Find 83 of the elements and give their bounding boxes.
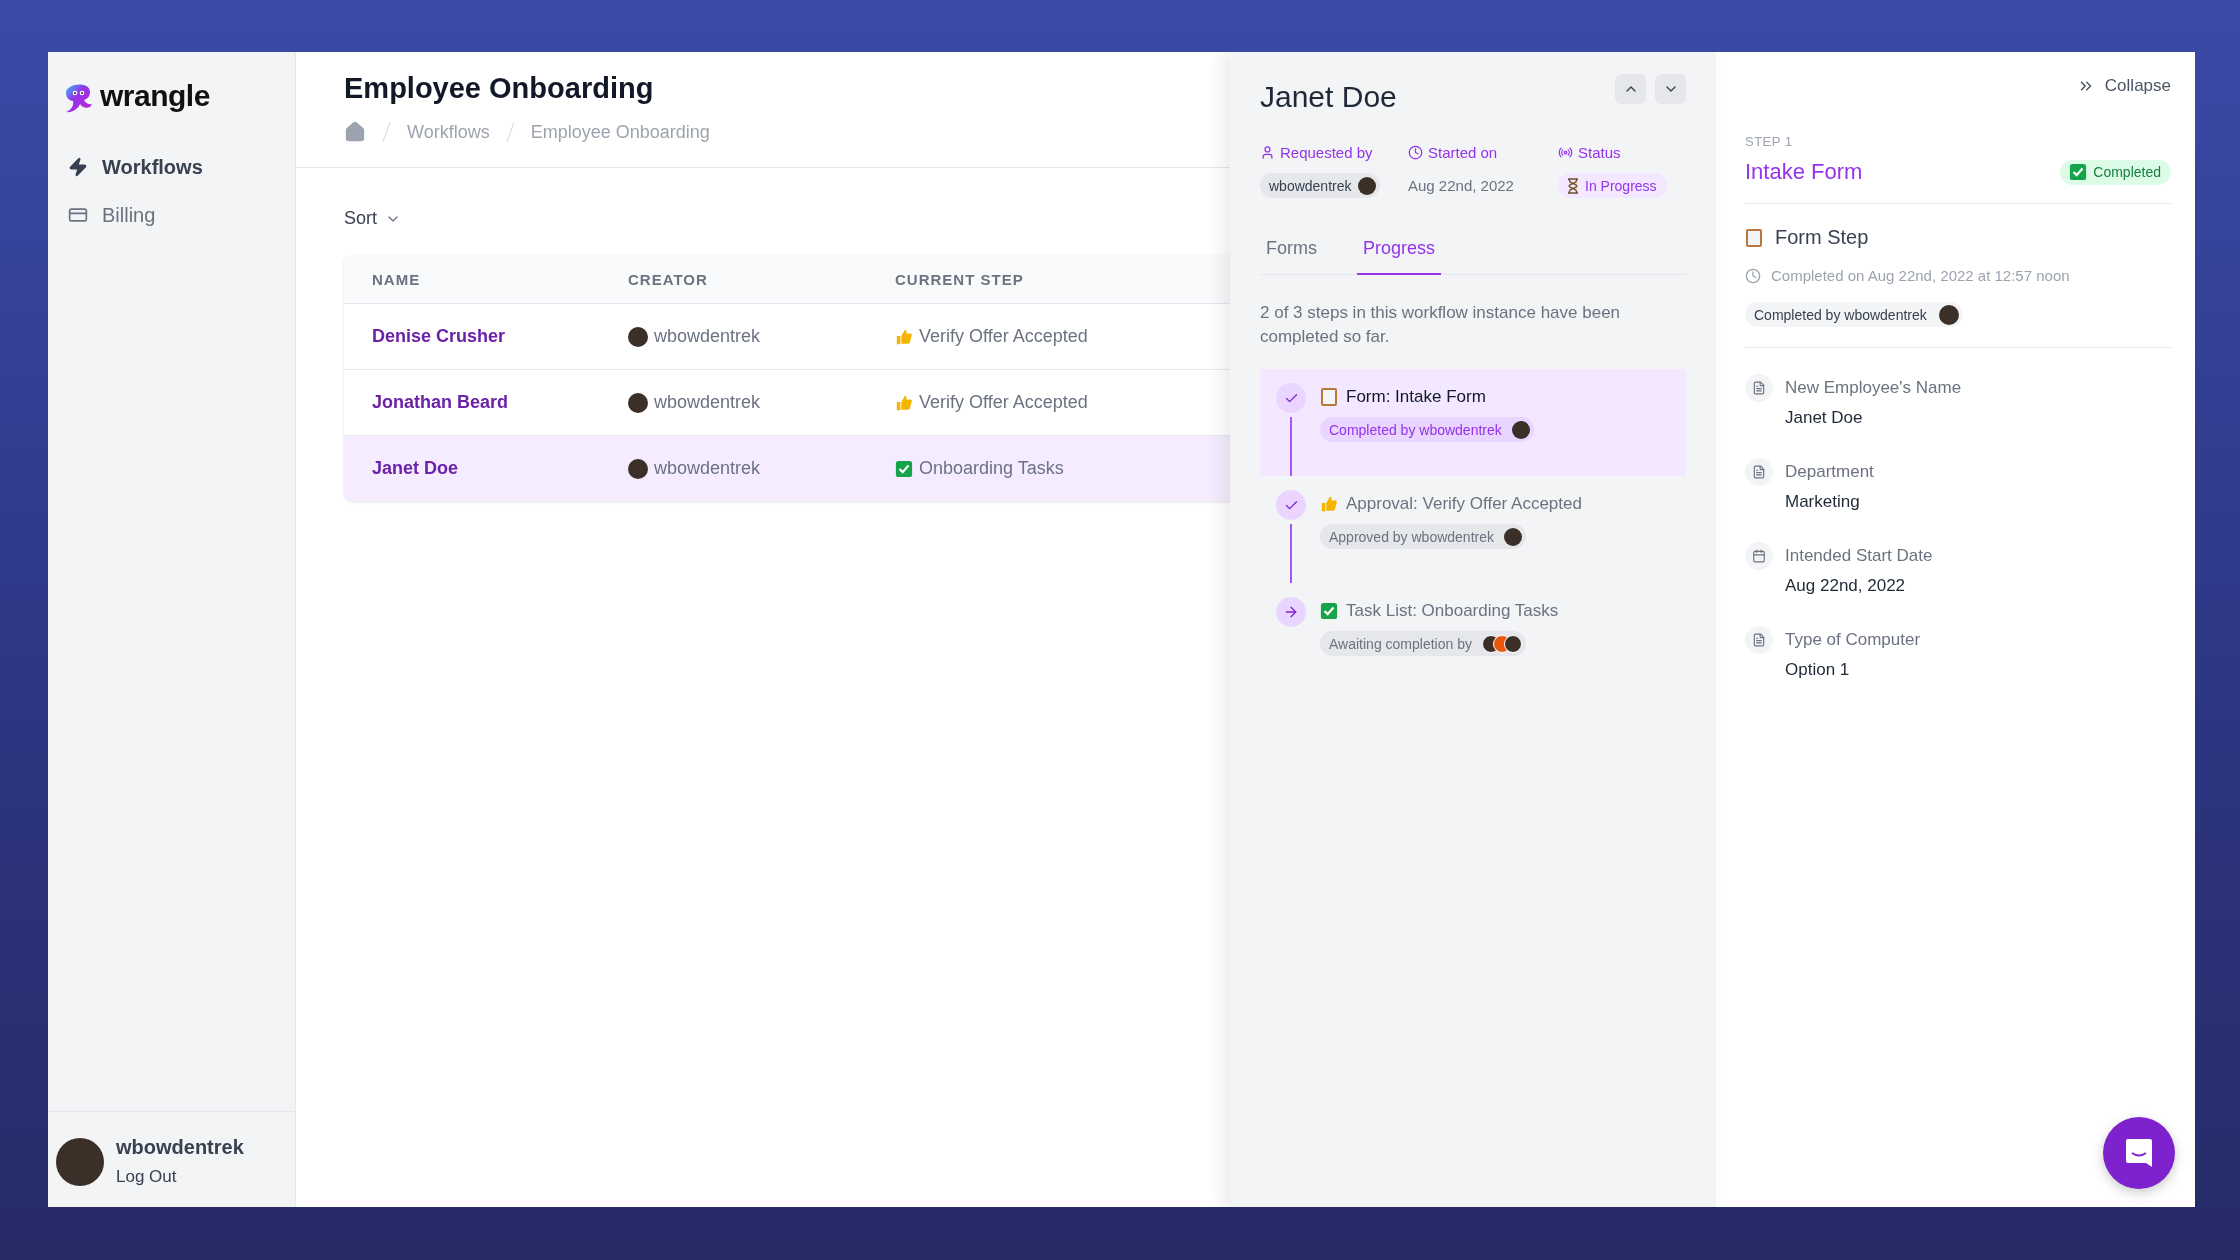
column-header: CURRENT STEP (895, 270, 1025, 288)
step-title: Approval: Verify Offer Accepted (1346, 494, 1582, 514)
chat-bubble-icon (2124, 1137, 2154, 1169)
previous-button[interactable] (1615, 74, 1646, 104)
nav-item[interactable]: Billing (68, 196, 275, 234)
step-cell: Verify Offer Accepted (919, 392, 1088, 413)
bolt-icon (68, 157, 88, 177)
field-value: Janet Doe (1785, 408, 1864, 428)
field-label: Intended Start Date (1785, 545, 1933, 566)
completed-time: Completed on Aug 22nd, 2022 at 12:57 noon (1771, 267, 2070, 284)
table-row[interactable]: Janet Doe wbowdentrek Onboarding Tasks (344, 435, 1230, 501)
broadcast-icon (1558, 145, 1573, 160)
avatar (1504, 527, 1522, 546)
sort-button[interactable]: Sort (344, 208, 401, 229)
thumbs-up-icon (895, 327, 913, 346)
collapse-button[interactable]: Collapse (2076, 76, 2171, 96)
step-cell: Verify Offer Accepted (919, 326, 1088, 347)
field-label: Department (1785, 461, 1874, 482)
field-value: Option 1 (1785, 660, 1851, 680)
thumbs-up-icon (895, 393, 913, 412)
step-type: Form Step (1775, 226, 1869, 249)
step-name: Intake Form (1745, 159, 1863, 185)
column-header: CREATOR (628, 270, 709, 288)
table-row[interactable]: Jonathan Beard wbowdentrek Verify Offer Accepted (344, 369, 1230, 435)
completed-badge: Completed (2060, 159, 2171, 185)
creator-cell: wbowdentrek (654, 326, 761, 347)
detail-title: Janet Doe (1260, 79, 1397, 114)
document-icon (1752, 633, 1766, 647)
progress-summary: 2 of 3 steps in this workflow instance have been completed so far. (1260, 302, 1622, 348)
step-cell: Onboarding Tasks (919, 458, 1064, 479)
step-item[interactable]: Approval: Verify Offer Accepted Approved by wbowdentrek (1260, 476, 1686, 583)
checkbox-icon (1320, 602, 1338, 620)
field-value: Marketing (1785, 492, 1861, 512)
start-date: Aug 22nd, 2022 (1408, 176, 1515, 196)
avatar (628, 458, 648, 479)
step-status-badge: Awaiting completion by (1320, 631, 1526, 656)
home-icon[interactable] (344, 121, 366, 143)
credit-card-icon (68, 205, 88, 225)
calendar-icon (1752, 549, 1766, 563)
step-status-badge: Completed by wbowdentrek (1320, 417, 1534, 442)
thumbs-up-icon (1320, 495, 1338, 513)
column-header: NAME (372, 270, 422, 288)
tab[interactable]: Progress (1357, 238, 1442, 275)
document-icon (1752, 465, 1766, 479)
name-cell-text: Jonathan Beard (372, 392, 510, 413)
brand-name: wrangle (100, 79, 210, 113)
table-row[interactable]: Denise Crusher wbowdentrek Verify Offer Accepted (344, 303, 1230, 369)
creator-cell: wbowdentrek (654, 392, 761, 413)
person-icon (1260, 145, 1275, 160)
avatar (628, 392, 648, 413)
field-value: Aug 22nd, 2022 (1785, 576, 1907, 596)
avatar (1511, 420, 1530, 439)
clock-icon (1745, 267, 1761, 284)
avatar (628, 326, 648, 347)
page-title: Employee Onboarding (344, 72, 655, 105)
creator-cell: wbowdentrek (654, 458, 761, 479)
status-badge: In Progress (1558, 173, 1667, 198)
document-icon (1752, 381, 1766, 395)
step-item[interactable]: Form: Intake Form Completed by wbowdentrek (1260, 369, 1686, 476)
step-title: Task List: Onboarding Tasks (1346, 601, 1559, 621)
clock-icon (1408, 145, 1423, 160)
avatar (56, 1137, 104, 1186)
tab[interactable]: Forms (1260, 238, 1323, 275)
requester-chip: wbowdentrek (1260, 173, 1380, 198)
avatar (1938, 304, 1959, 325)
meta-label: Status (1558, 144, 1686, 161)
checkbox-icon (895, 459, 913, 478)
log-out-link[interactable]: Log Out (116, 1167, 177, 1187)
meta-label: Requested by (1260, 144, 1408, 161)
step-title: Form: Intake Form (1346, 387, 1486, 407)
completed-by-chip: Completed by wbowdentrek (1745, 302, 1963, 327)
nav-item[interactable]: Workflows (68, 148, 275, 186)
step-status-badge: Approved by wbowdentrek (1320, 524, 1526, 549)
user-name: wbowdentrek (116, 1136, 244, 1159)
step-item[interactable]: Task List: Onboarding Tasks Awaiting completion by (1260, 583, 1686, 663)
avatar (1357, 176, 1376, 195)
field-label: New Employee's Name (1785, 377, 1962, 398)
step-number: STEP 1 (1745, 134, 1794, 149)
name-cell-text: Janet Doe (372, 458, 460, 479)
field-label: Type of Computer (1785, 629, 1921, 650)
next-button[interactable] (1655, 74, 1686, 104)
name-cell-text: Denise Crusher (372, 326, 507, 347)
meta-label: Started on (1408, 144, 1558, 161)
